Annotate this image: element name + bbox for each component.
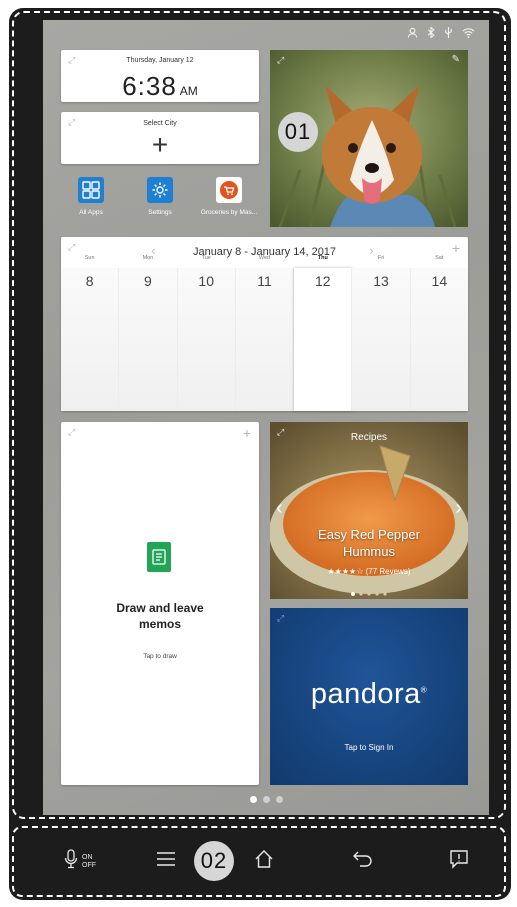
- callout-region-01: [12, 11, 506, 819]
- callout-region-02: [12, 826, 506, 897]
